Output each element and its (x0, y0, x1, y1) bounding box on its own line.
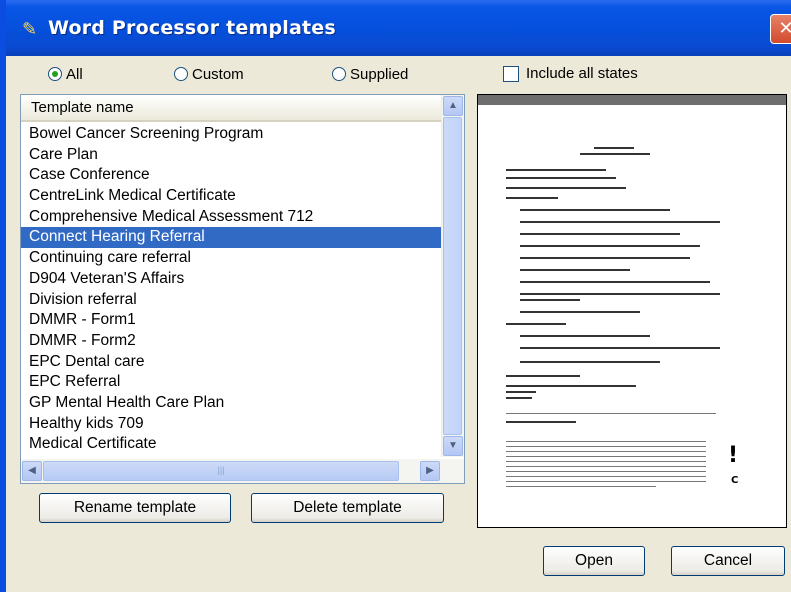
radio-all[interactable]: All (48, 63, 83, 85)
column-header-template-name[interactable]: Template name (21, 95, 441, 122)
radio-custom-label: Custom (192, 65, 244, 83)
vertical-scroll-thumb[interactable] (443, 117, 462, 435)
scroll-down-icon[interactable]: ▼ (443, 436, 463, 456)
list-item[interactable]: D904 Veteran'S Affairs (21, 269, 441, 290)
window-title: Word Processor templates (48, 17, 336, 39)
radio-icon (332, 67, 346, 81)
list-item[interactable]: EPC Referral (21, 372, 441, 393)
list-item[interactable]: CentreLink Medical Certificate (21, 186, 441, 207)
open-button[interactable]: Open (543, 546, 645, 576)
cancel-button[interactable]: Cancel (671, 546, 785, 576)
include-all-states-checkbox[interactable]: Include all states (503, 65, 638, 82)
list-item[interactable]: Care Plan (21, 145, 441, 166)
radio-selected-icon (48, 67, 62, 81)
title-bar[interactable]: ✎ Word Processor templates ✕ (6, 0, 791, 56)
scroll-right-icon[interactable]: ▶ (420, 461, 440, 481)
quill-pen-icon: ✎ (22, 19, 38, 39)
preview-header-bar (478, 95, 786, 105)
list-item[interactable]: Case Conference (21, 165, 441, 186)
checkbox-icon (503, 65, 519, 82)
preview-document-image: ! C (502, 141, 742, 511)
delete-template-button[interactable]: Delete template (251, 493, 444, 523)
vertical-scrollbar[interactable]: ▲ ▼ (441, 95, 464, 457)
list-item[interactable]: Comprehensive Medical Assessment 712 (21, 207, 441, 228)
template-preview: ! C (477, 94, 787, 528)
list-item[interactable]: DMMR - Form2 (21, 331, 441, 352)
radio-supplied[interactable]: Supplied (332, 63, 408, 85)
radio-custom[interactable]: Custom (174, 63, 244, 85)
horizontal-scroll-thumb[interactable]: ||| (43, 461, 399, 481)
list-item[interactable]: Medical Certificate (21, 434, 441, 455)
list-item[interactable]: Connect Hearing Referral (21, 227, 441, 249)
templates-dialog: ✎ Word Processor templates ✕ All Custom … (0, 0, 791, 592)
list-item[interactable]: Healthy kids 709 (21, 414, 441, 435)
list-item[interactable]: Bowel Cancer Screening Program (21, 124, 441, 145)
radio-all-label: All (66, 65, 83, 83)
list-item[interactable]: GP Mental Health Care Plan (21, 393, 441, 414)
radio-supplied-label: Supplied (350, 65, 409, 83)
list-item[interactable]: EPC Dental care (21, 352, 441, 373)
rename-template-button[interactable]: Rename template (39, 493, 231, 523)
list-item[interactable]: Division referral (21, 290, 441, 311)
list-item[interactable]: Continuing care referral (21, 248, 441, 269)
close-button[interactable]: ✕ (770, 14, 791, 44)
horizontal-scrollbar[interactable]: ◀ ||| ▶ (21, 459, 464, 483)
radio-icon (174, 67, 188, 81)
template-items: Bowel Cancer Screening Program Care Plan C… (21, 124, 441, 455)
list-item[interactable]: DMMR - Form1 (21, 310, 441, 331)
scroll-up-icon[interactable]: ▲ (443, 96, 463, 116)
include-all-states-label: Include all states (526, 65, 638, 82)
scroll-left-icon[interactable]: ◀ (22, 461, 42, 481)
template-list[interactable]: Template name Bowel Cancer Screening Pro… (20, 94, 465, 484)
